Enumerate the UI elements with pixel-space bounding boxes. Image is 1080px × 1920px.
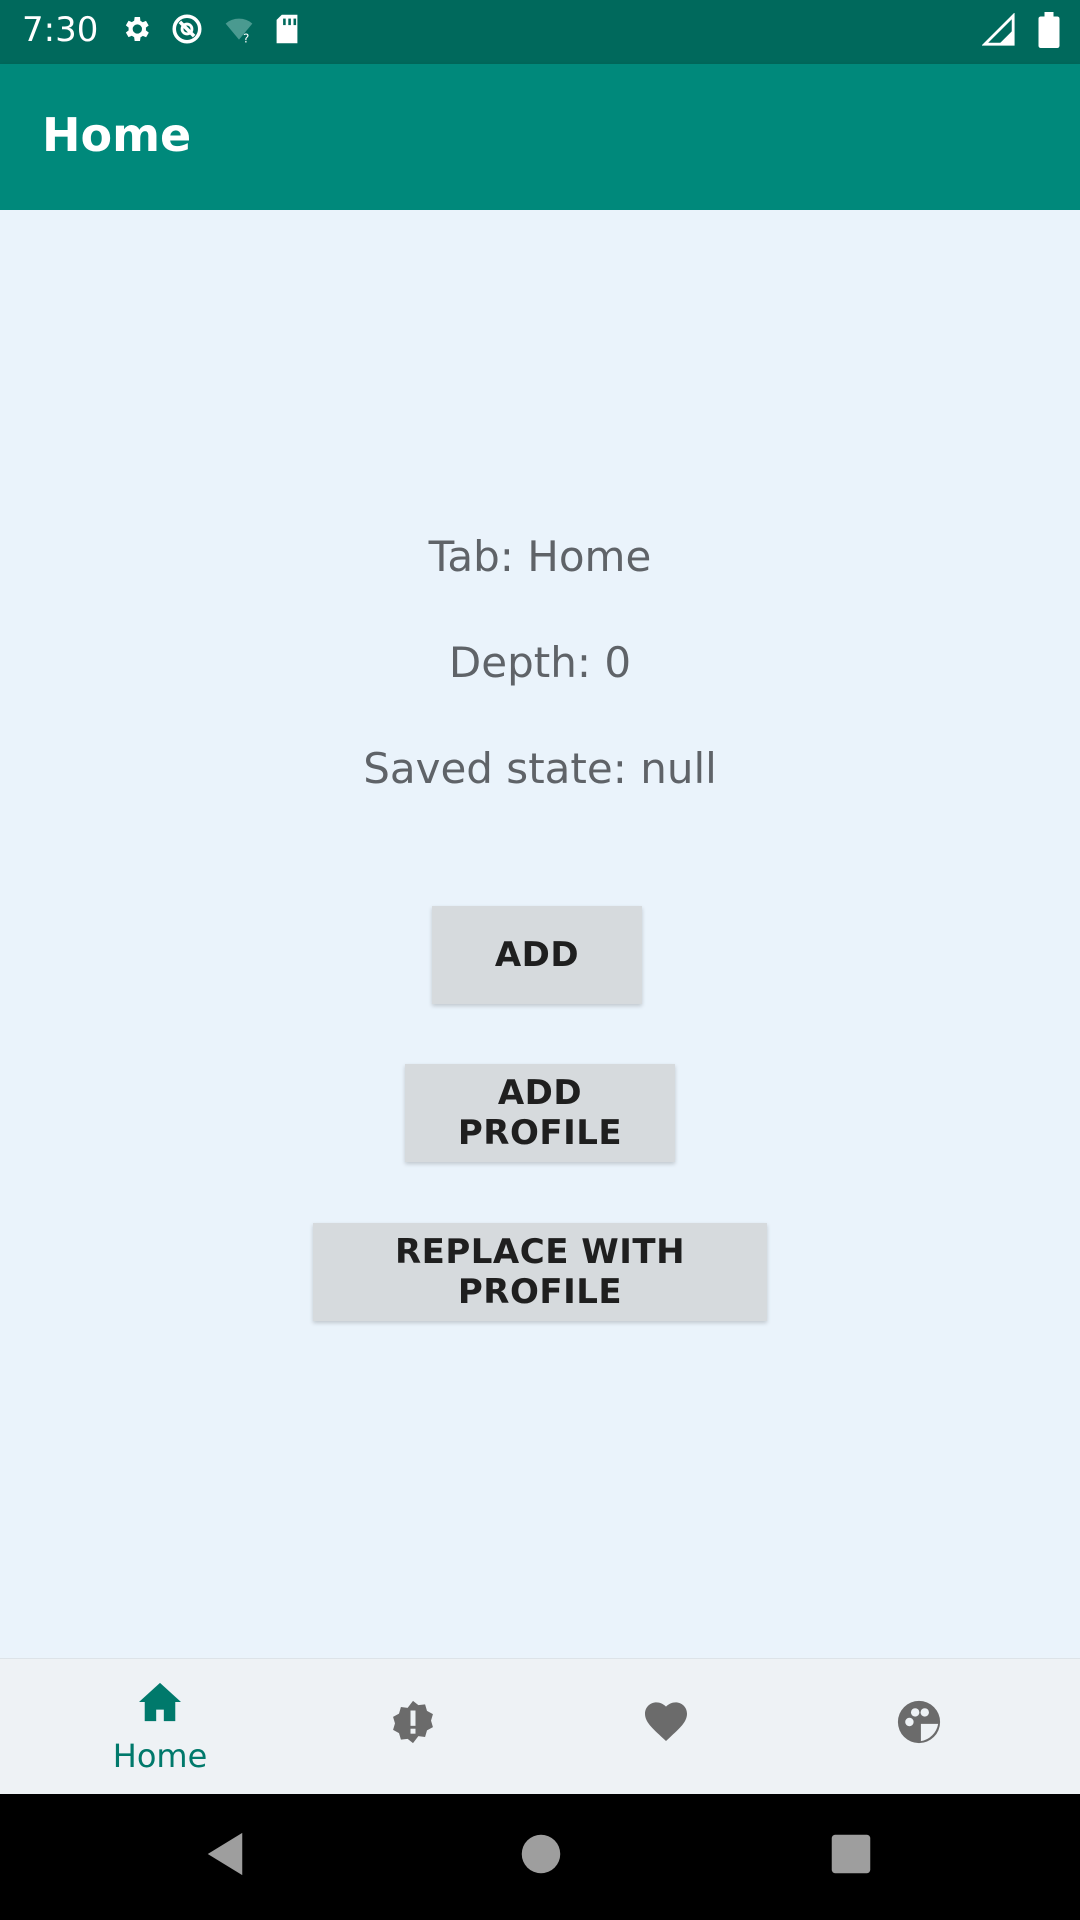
system-navigation-bar <box>0 1794 1080 1920</box>
status-bar: 7:30 ? <box>0 0 1080 64</box>
wifi-unknown-icon: ? <box>222 13 256 45</box>
bottom-navigation: Home <box>0 1658 1080 1795</box>
saved-state-text: Saved state: null <box>363 744 717 793</box>
settings-icon <box>120 13 152 45</box>
back-icon[interactable] <box>205 1831 245 1877</box>
nav-item-home-label: Home <box>112 1737 208 1775</box>
tab-label-text: Tab: Home <box>428 532 652 581</box>
main-content: Tab: Home Depth: 0 Saved state: null ADD… <box>0 210 1080 1658</box>
heart-icon <box>642 1699 690 1747</box>
svg-text:?: ? <box>243 31 249 45</box>
status-time: 7:30 <box>22 10 99 50</box>
depth-text: Depth: 0 <box>448 638 632 687</box>
add-button[interactable]: ADD <box>432 906 642 1004</box>
alert-badge-icon <box>390 1699 436 1749</box>
home-circle-icon[interactable] <box>520 1833 562 1875</box>
sync-icon <box>170 12 204 46</box>
nav-item-alerts[interactable] <box>278 1659 548 1795</box>
nav-item-palette[interactable] <box>784 1659 1054 1795</box>
recents-icon[interactable] <box>830 1833 872 1875</box>
nav-item-favorites[interactable] <box>531 1659 801 1795</box>
app-bar: Home <box>0 64 1080 210</box>
sd-card-icon <box>274 13 300 45</box>
nav-item-home[interactable]: Home <box>25 1659 295 1795</box>
palette-icon <box>896 1699 942 1749</box>
signal-icon <box>982 13 1016 47</box>
home-icon <box>137 1681 183 1727</box>
add-profile-button[interactable]: ADD PROFILE <box>405 1064 675 1162</box>
replace-with-profile-button[interactable]: REPLACE WITH PROFILE <box>313 1223 767 1321</box>
page-title: Home <box>42 108 192 162</box>
battery-icon <box>1038 12 1060 48</box>
